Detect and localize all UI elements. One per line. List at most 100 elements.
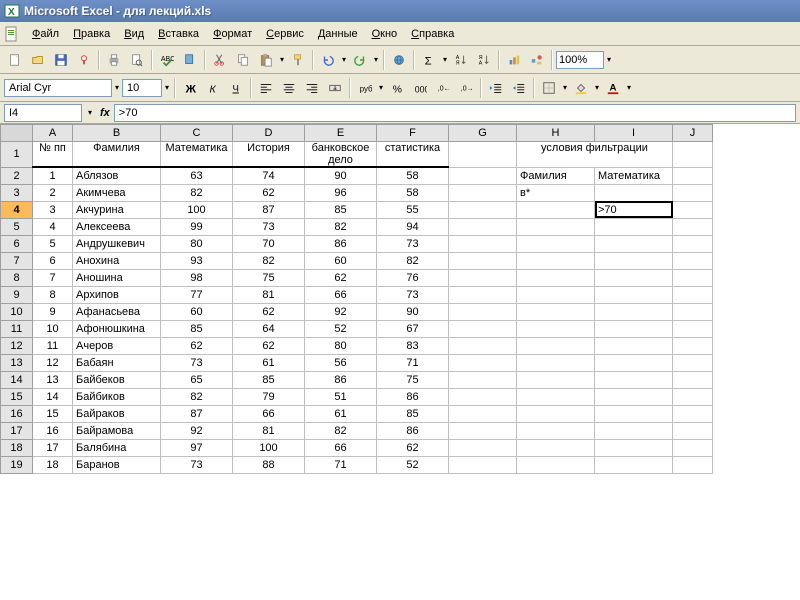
cell-C15[interactable]: 82	[161, 388, 233, 405]
cell-H7[interactable]	[517, 252, 595, 269]
cell-C18[interactable]: 97	[161, 439, 233, 456]
open-button[interactable]	[27, 49, 49, 71]
cell-A6[interactable]: 5	[33, 235, 73, 252]
cell-J8[interactable]	[673, 269, 713, 286]
cell-E14[interactable]: 86	[305, 371, 377, 388]
cell-D11[interactable]: 64	[233, 320, 305, 337]
borders-button[interactable]	[538, 77, 560, 99]
row-12[interactable]: 12	[1, 337, 33, 354]
cell-E15[interactable]: 51	[305, 388, 377, 405]
cell-G15[interactable]	[449, 388, 517, 405]
cell-F10[interactable]: 90	[377, 303, 449, 320]
cell-B4[interactable]: Акчурина	[73, 201, 161, 218]
cell-D6[interactable]: 70	[233, 235, 305, 252]
menu-data[interactable]: Данные	[312, 25, 364, 43]
row-6[interactable]: 6	[1, 235, 33, 252]
cell-D17[interactable]: 81	[233, 422, 305, 439]
spell-button[interactable]: ABC	[156, 49, 178, 71]
cell-D8[interactable]: 75	[233, 269, 305, 286]
autosum-button[interactable]: Σ	[418, 49, 440, 71]
cell-A16[interactable]: 15	[33, 405, 73, 422]
row-8[interactable]: 8	[1, 269, 33, 286]
cell-B13[interactable]: Бабаян	[73, 354, 161, 371]
cell-A17[interactable]: 16	[33, 422, 73, 439]
col-H[interactable]: H	[517, 125, 595, 142]
col-E[interactable]: E	[305, 125, 377, 142]
menu-view[interactable]: Вид	[118, 25, 150, 43]
autosum-dropdown[interactable]	[441, 55, 449, 64]
percent-button[interactable]: %	[386, 77, 408, 99]
row-14[interactable]: 14	[1, 371, 33, 388]
zoom-input[interactable]	[556, 51, 604, 69]
cell-H1[interactable]: условия фильтрации	[517, 142, 673, 168]
cell-J18[interactable]	[673, 439, 713, 456]
cell-H11[interactable]	[517, 320, 595, 337]
cell-J10[interactable]	[673, 303, 713, 320]
chart-button[interactable]	[503, 49, 525, 71]
cell-B10[interactable]: Афанасьева	[73, 303, 161, 320]
cell-B5[interactable]: Алексеева	[73, 218, 161, 235]
row-18[interactable]: 18	[1, 439, 33, 456]
cell-H4[interactable]	[517, 201, 595, 218]
cell-I14[interactable]	[595, 371, 673, 388]
print-preview-button[interactable]	[126, 49, 148, 71]
cell-I3[interactable]	[595, 184, 673, 201]
italic-button[interactable]: К	[202, 77, 224, 99]
row-3[interactable]: 3	[1, 184, 33, 201]
cell-I4[interactable]: >70	[595, 201, 673, 218]
cell-D15[interactable]: 79	[233, 388, 305, 405]
cell-C17[interactable]: 92	[161, 422, 233, 439]
cell-H3[interactable]: в*	[517, 184, 595, 201]
cell-D2[interactable]: 74	[233, 167, 305, 184]
cell-E2[interactable]: 90	[305, 167, 377, 184]
cell-G13[interactable]	[449, 354, 517, 371]
undo-dropdown[interactable]	[340, 55, 348, 64]
cell-B19[interactable]: Баранов	[73, 456, 161, 473]
row-7[interactable]: 7	[1, 252, 33, 269]
cell-H14[interactable]	[517, 371, 595, 388]
underline-button[interactable]: Ч	[225, 77, 247, 99]
cell-B16[interactable]: Байраков	[73, 405, 161, 422]
comma-button[interactable]: 000	[409, 77, 431, 99]
cell-G17[interactable]	[449, 422, 517, 439]
cell-D9[interactable]: 81	[233, 286, 305, 303]
fill-color-button[interactable]	[570, 77, 592, 99]
cell-I9[interactable]	[595, 286, 673, 303]
cell-C8[interactable]: 98	[161, 269, 233, 286]
cell-E8[interactable]: 62	[305, 269, 377, 286]
cell-B15[interactable]: Байбиков	[73, 388, 161, 405]
row-10[interactable]: 10	[1, 303, 33, 320]
cell-C19[interactable]: 73	[161, 456, 233, 473]
row-5[interactable]: 5	[1, 218, 33, 235]
cell-C9[interactable]: 77	[161, 286, 233, 303]
cell-J4[interactable]	[673, 201, 713, 218]
cell-I16[interactable]	[595, 405, 673, 422]
fill-dropdown[interactable]	[593, 83, 601, 92]
cell-G7[interactable]	[449, 252, 517, 269]
select-all-corner[interactable]	[1, 125, 33, 142]
cell-F5[interactable]: 94	[377, 218, 449, 235]
cell-J7[interactable]	[673, 252, 713, 269]
cell-D16[interactable]: 66	[233, 405, 305, 422]
cell-A10[interactable]: 9	[33, 303, 73, 320]
menu-help[interactable]: Справка	[405, 25, 460, 43]
cell-E19[interactable]: 71	[305, 456, 377, 473]
cell-I11[interactable]	[595, 320, 673, 337]
cell-B2[interactable]: Аблязов	[73, 167, 161, 184]
cell-E4[interactable]: 85	[305, 201, 377, 218]
cell-C3[interactable]: 82	[161, 184, 233, 201]
cell-A1[interactable]: № пп	[33, 142, 73, 168]
row-9[interactable]: 9	[1, 286, 33, 303]
cell-G19[interactable]	[449, 456, 517, 473]
cell-F9[interactable]: 73	[377, 286, 449, 303]
col-I[interactable]: I	[595, 125, 673, 142]
cell-D3[interactable]: 62	[233, 184, 305, 201]
cell-I17[interactable]	[595, 422, 673, 439]
cell-F6[interactable]: 73	[377, 235, 449, 252]
font-select[interactable]	[4, 79, 112, 97]
paste-button[interactable]	[255, 49, 277, 71]
cell-C1[interactable]: Математика	[161, 142, 233, 168]
cell-F2[interactable]: 58	[377, 167, 449, 184]
research-button[interactable]	[179, 49, 201, 71]
cell-E17[interactable]: 82	[305, 422, 377, 439]
